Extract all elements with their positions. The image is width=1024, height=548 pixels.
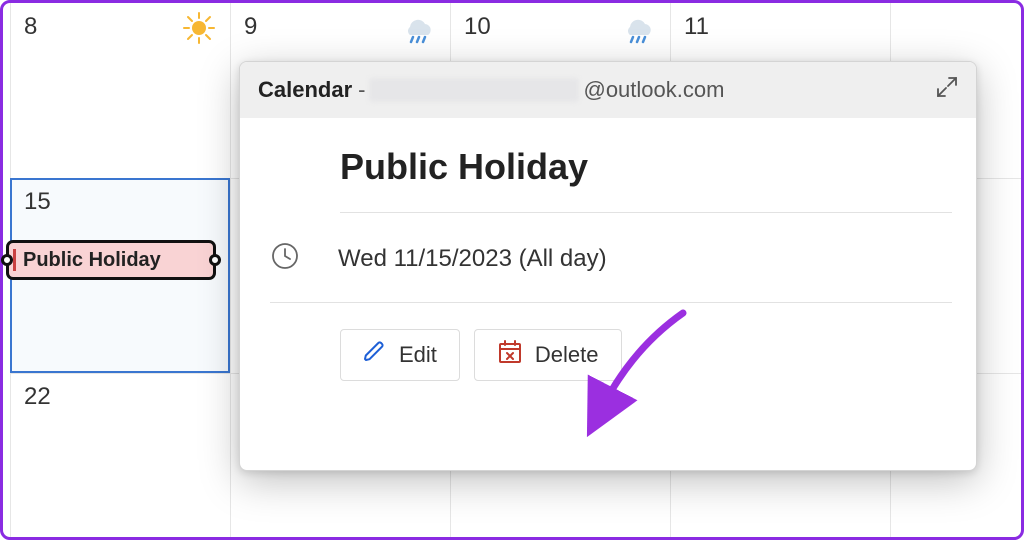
day-number: 10 bbox=[464, 13, 491, 41]
clock-icon bbox=[270, 241, 300, 276]
expand-icon[interactable] bbox=[932, 72, 962, 108]
sun-icon bbox=[182, 11, 216, 50]
delete-button[interactable]: Delete bbox=[474, 329, 622, 381]
calendar-x-icon bbox=[497, 339, 523, 371]
event-date-text: Wed 11/15/2023 (All day) bbox=[338, 245, 607, 273]
calendar-event-pill[interactable]: Public Holiday bbox=[6, 240, 216, 280]
event-title: Public Holiday bbox=[340, 146, 952, 213]
day-number: 8 bbox=[24, 13, 37, 41]
event-color-bar bbox=[13, 249, 16, 271]
resize-handle-right[interactable] bbox=[209, 254, 221, 266]
pencil-icon bbox=[363, 340, 387, 370]
day-cell-22[interactable]: 22 bbox=[10, 373, 230, 548]
edit-button[interactable]: Edit bbox=[340, 329, 460, 381]
edit-label: Edit bbox=[399, 342, 437, 368]
email-redacted bbox=[369, 78, 579, 102]
day-number: 22 bbox=[24, 383, 51, 411]
day-cell-8[interactable]: 8 bbox=[10, 3, 230, 178]
header-dash: - bbox=[358, 77, 365, 103]
rain-icon bbox=[620, 11, 656, 50]
day-number: 11 bbox=[684, 13, 709, 41]
event-pill-label: Public Holiday bbox=[23, 249, 161, 272]
day-number: 9 bbox=[244, 13, 257, 41]
delete-label: Delete bbox=[535, 342, 599, 368]
popup-actions: Edit Delete bbox=[340, 303, 952, 381]
resize-handle-left[interactable] bbox=[1, 254, 13, 266]
rain-icon bbox=[400, 11, 436, 50]
email-suffix: @outlook.com bbox=[583, 77, 724, 103]
day-number: 15 bbox=[24, 188, 51, 216]
event-details-popup: Calendar - @outlook.com Public Holiday W… bbox=[239, 61, 977, 471]
calendar-label: Calendar bbox=[258, 77, 352, 103]
popup-header: Calendar - @outlook.com bbox=[240, 62, 976, 118]
event-date-row: Wed 11/15/2023 (All day) bbox=[270, 213, 952, 303]
